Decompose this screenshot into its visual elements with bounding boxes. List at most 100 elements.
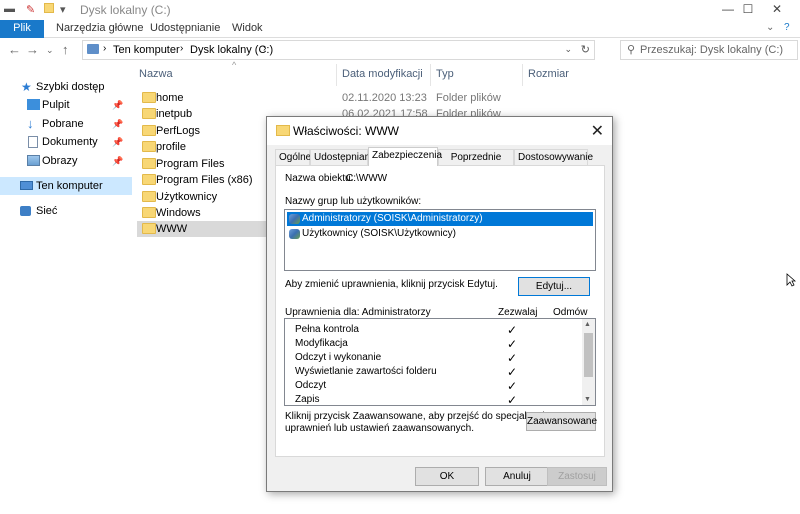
column-divider[interactable] [522,64,523,86]
nav-item-downloads[interactable]: ↓ Pobrane 📌 [0,115,132,133]
refresh-icon[interactable]: ↻ [581,43,590,56]
address-dropdown-icon[interactable]: ⌄ [564,44,572,55]
dialog-title-bar[interactable]: Właściwości: WWW ✕ [267,117,612,145]
tab-share[interactable]: Udostępnianie [150,20,220,38]
address-bar[interactable]: › Ten komputer › Dysk lokalny (C:) › ⌄ ↻ [82,40,595,60]
customize-quick-access-icon[interactable]: ▾ [60,3,66,16]
file-row-profile[interactable]: profile [137,139,271,155]
permission-name: Modyfikacja [295,338,348,349]
file-row-home[interactable]: home [137,90,271,106]
dialog-title: Właściwości: WWW [293,124,399,138]
tab-home[interactable]: Narzędzia główne [56,20,143,38]
file-row-program-files[interactable]: Program Files [137,156,271,172]
permissions-scrollbar[interactable]: ▲ ▼ [582,319,595,405]
advanced-button[interactable]: Zaawansowane [526,412,597,431]
breadcrumb-sep-icon[interactable]: › [180,43,183,54]
security-panel: Nazwa obiektu: C:\WWW Nazwy grup lub uży… [275,165,605,457]
close-icon[interactable]: ✕ [591,121,604,141]
breadcrumb-this-pc[interactable]: Ten komputer [113,44,180,56]
column-divider[interactable] [430,64,431,86]
file-date: 02.11.2020 13:23 [342,92,427,104]
group-item-administrators[interactable]: Administratorzy (SOISK\Administratorzy) [287,212,593,226]
pin-icon[interactable]: 📌 [112,115,123,133]
search-input[interactable]: ⚲ Przeszukaj: Dysk lokalny (C:) [620,40,798,60]
users-group-icon [289,214,300,224]
tab-customize[interactable]: Dostosowywanie [514,149,593,165]
column-divider[interactable] [336,64,337,86]
tab-security[interactable]: Zabezpieczenia [368,147,442,166]
file-name: WWW [156,223,188,235]
column-header-name[interactable]: Nazwa [139,68,173,80]
close-window-button[interactable]: ✕ [754,0,800,20]
folder-icon [142,125,156,136]
tab-general[interactable]: Ogólne [275,149,311,165]
nav-item-label: Dokumenty [42,136,98,148]
scrollbar-thumb[interactable] [584,333,593,377]
folder-icon [142,223,156,234]
permission-row: Odczyt i wykonanie ✓ [285,351,581,365]
tab-file[interactable]: Plik [0,20,44,38]
scroll-up-icon[interactable]: ▲ [584,321,591,328]
back-arrow-icon[interactable]: ← [8,42,21,57]
edit-button[interactable]: Edytuj... [518,277,590,296]
permission-row: Wyświetlanie zawartości folderu ✓ [285,365,581,379]
allow-checkmark-icon: ✓ [507,351,518,365]
cancel-button[interactable]: Anuluj [485,467,549,486]
file-row-program-files-x86[interactable]: Program Files (x86) [137,172,271,188]
recent-locations-icon[interactable]: ⌄ [46,45,54,56]
file-row-windows[interactable]: Windows [137,205,271,221]
pictures-icon [27,155,40,166]
help-icon[interactable]: ? [784,22,790,33]
tab-sharing[interactable]: Udostępnianie [310,149,378,165]
sort-chevron-icon: ^ [232,60,237,70]
file-name: home [156,92,184,104]
properties-dialog: Właściwości: WWW ✕ Ogólne Udostępnianie … [266,116,613,492]
tab-view[interactable]: Widok [232,20,263,38]
expand-ribbon-icon[interactable]: ⌄ [766,22,774,33]
apply-button[interactable]: Zastosuj [547,467,607,486]
file-row-www[interactable]: WWW [137,221,271,237]
pin-icon[interactable]: 📌 [112,133,123,151]
new-folder-quick-icon[interactable] [44,3,54,13]
nav-item-pictures[interactable]: Obrazy 📌 [0,152,132,170]
file-name: Program Files (x86) [156,174,253,186]
file-row-inetpub[interactable]: inetpub [137,106,271,122]
folder-icon [142,141,156,152]
nav-quick-access[interactable]: ★ Szybki dostęp [0,78,132,96]
breadcrumb-sep-icon[interactable]: › [103,43,106,54]
file-name: Program Files [156,158,225,170]
file-row-users[interactable]: Użytkownicy [137,189,271,205]
file-row-perflogs[interactable]: PerfLogs [137,123,271,139]
breadcrumb-local-disk[interactable]: Dysk lokalny (C:) [190,44,273,56]
up-arrow-icon[interactable]: ↑ [62,42,69,57]
groups-list[interactable]: Administratorzy (SOISK\Administratorzy) … [284,209,596,271]
breadcrumb-sep-icon[interactable]: › [263,43,266,54]
ok-button[interactable]: OK [415,467,479,486]
properties-quick-icon[interactable]: ✎ [26,3,35,16]
column-header-size[interactable]: Rozmiar [528,68,569,80]
address-row: ← → ⌄ ↑ › Ten komputer › Dysk lokalny (C… [0,38,800,62]
column-header-date[interactable]: Data modyfikacji [342,68,423,80]
nav-quick-access-label: Szybki dostęp [36,81,105,93]
change-permissions-hint: Aby zmienić uprawnienia, kliknij przycis… [285,279,498,290]
quick-access-icon[interactable]: ▬ [4,3,15,15]
documents-icon [28,136,38,148]
pin-icon[interactable]: 📌 [112,96,123,114]
forward-arrow-icon[interactable]: → [26,42,39,57]
group-item-users[interactable]: Użytkownicy (SOISK\Użytkownicy) [287,227,593,241]
permission-name: Zapis [295,394,320,405]
permission-row: Odczyt ✓ [285,379,581,393]
column-header-type[interactable]: Typ [436,68,454,80]
scroll-down-icon[interactable]: ▼ [584,396,591,403]
nav-item-documents[interactable]: Dokumenty 📌 [0,133,132,151]
tab-previous-versions[interactable]: Poprzednie wersje [438,149,514,178]
allow-checkmark-icon: ✓ [507,323,518,337]
nav-item-network[interactable]: Sieć [0,202,132,220]
nav-item-label: Pulpit [42,99,70,111]
nav-item-desktop[interactable]: Pulpit 📌 [0,96,132,114]
pin-icon[interactable]: 📌 [112,152,123,170]
folder-icon [142,191,156,202]
computer-icon [20,181,33,190]
window-title-bar: ▬ ✎ ▾ Dysk lokalny (C:) — ☐ ✕ [0,0,800,20]
nav-item-this-pc[interactable]: Ten komputer [0,177,132,195]
